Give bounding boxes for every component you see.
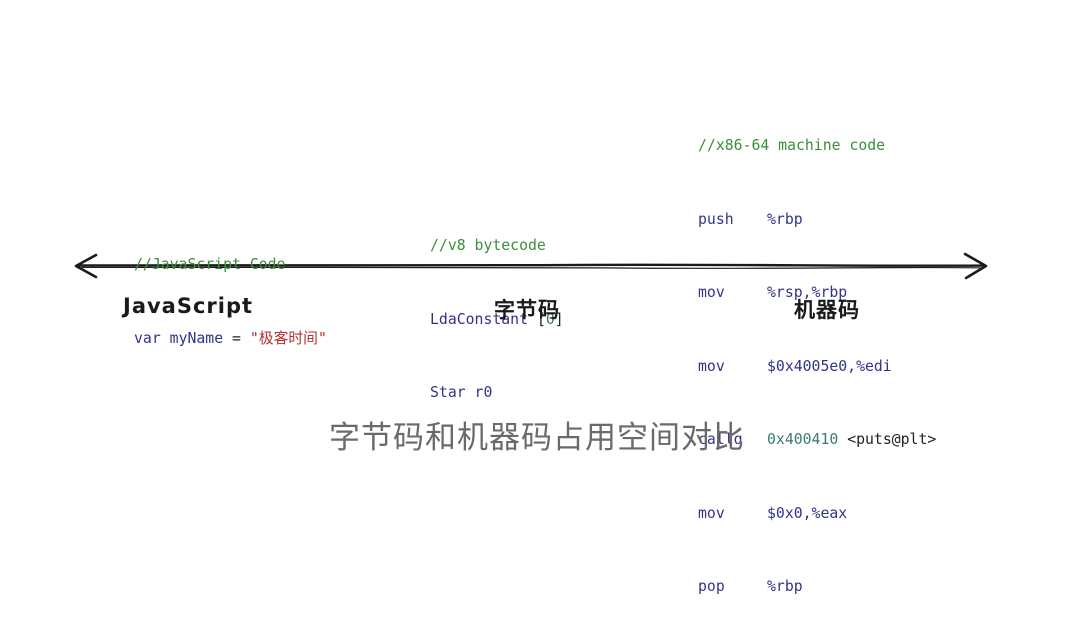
javascript-code-block: //JavaScript Code var myName = "极客时间" [134,204,327,376]
machine-code-comment: //x86-64 machine code [698,137,886,154]
machine-code-row: mov $0x4005e0,%edi [698,355,936,380]
bytecode-line-2: Star r0 [430,384,493,401]
string-literal: "极客时间" [249,329,327,347]
bytecode-comment: //v8 bytecode [430,237,546,254]
keyword-var: var [134,329,161,347]
machine-code-row: pop %rbp [698,575,936,600]
axis-label-machine-code: 机器码 [794,298,860,322]
opcode: push [698,210,734,228]
operand: $0x4005e0,%edi [767,357,892,375]
identifier-myname: myName [169,329,224,347]
opcode: mov [698,284,725,301]
figure-caption: 字节码和机器码占用空间对比 [329,420,745,456]
opcode: pop [698,578,725,595]
axis-label-bytecode: 字节码 [494,298,560,322]
opcode: mov [698,504,725,522]
javascript-comment: //JavaScript Code [134,256,286,273]
operand: %rbp [767,210,803,228]
machine-code-row: push %rbp [698,208,936,233]
opcode: mov [698,357,725,375]
operand: %rbp [767,578,803,595]
assign-operator: = [232,329,241,347]
machine-code-row: mov $0x0,%eax [698,502,936,527]
operand: $0x0,%eax [767,504,848,522]
javascript-statement: var myName = "极客时间" [134,327,327,352]
axis-label-javascript: JavaScript [123,294,254,318]
machine-code-block: //x86-64 machine code push %rbp mov %rsp,%… [698,85,936,624]
